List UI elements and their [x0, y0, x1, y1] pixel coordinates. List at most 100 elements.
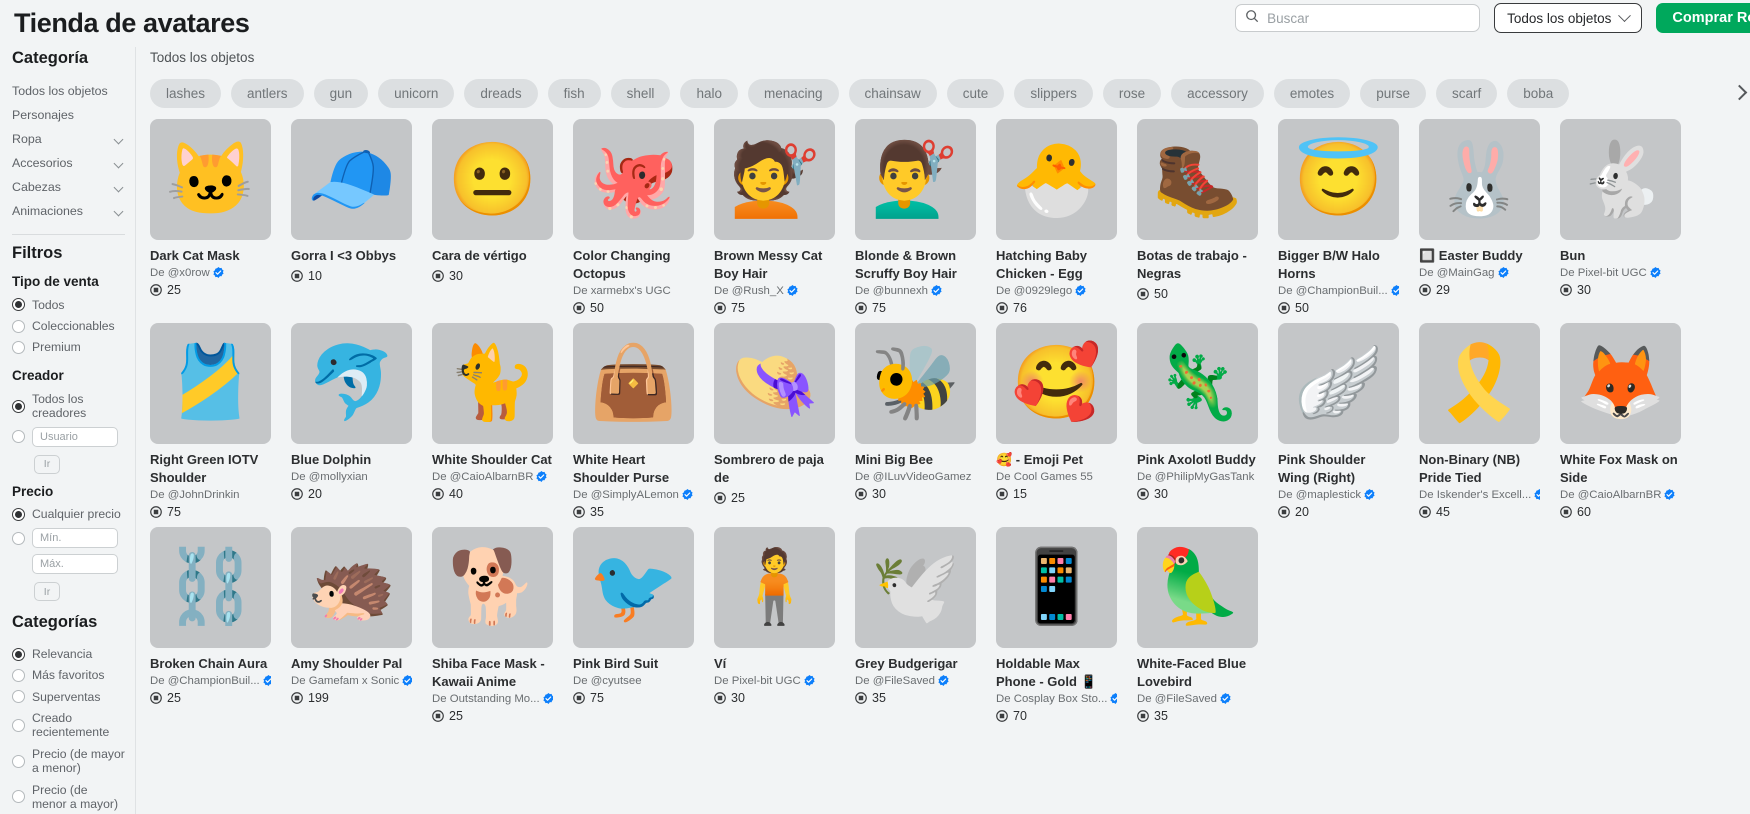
item-thumbnail[interactable]: 💇‍♂️: [855, 119, 976, 240]
tag-chip-shell[interactable]: shell: [610, 78, 671, 108]
item-card[interactable]: 🦜 White-Faced Blue Lovebird De @FileSaved 3…: [1137, 526, 1258, 723]
item-thumbnail[interactable]: 🐇: [1560, 119, 1681, 240]
tag-chip-halo[interactable]: halo: [680, 78, 738, 108]
tag-chip-fish[interactable]: fish: [547, 78, 601, 108]
item-thumbnail[interactable]: ⛓️: [150, 526, 271, 648]
item-card[interactable]: 👒 Sombrero de paja de 25: [714, 322, 835, 519]
item-card[interactable]: 👜 White Heart Shoulder Purse De @SimplyALe…: [573, 322, 694, 519]
tag-chip-accessory[interactable]: accessory: [1171, 78, 1264, 108]
creator-option-all[interactable]: Todos los creadores: [12, 388, 125, 424]
item-thumbnail[interactable]: 👒: [714, 322, 835, 444]
item-card[interactable]: 🧢 Gorra I <3 Obbys 10: [291, 119, 412, 315]
item-card[interactable]: 🐝 Mini Big Bee De @ILuvVideoGamez 30: [855, 322, 976, 519]
item-card[interactable]: 🦊 White Fox Mask on Side De @CaioAlbarnBR 6…: [1560, 322, 1681, 519]
item-thumbnail[interactable]: 🦊: [1560, 322, 1681, 444]
item-card[interactable]: 🐦 Pink Bird Suit De @cyutsee 75: [573, 526, 694, 723]
radio-icon[interactable]: [12, 531, 25, 545]
tag-chip-dreads[interactable]: dreads: [464, 78, 538, 108]
sort-option-mas-favoritos[interactable]: Más favoritos: [12, 665, 125, 686]
sidebar-item-accesorios[interactable]: Accesorios: [12, 151, 125, 175]
item-thumbnail[interactable]: 😇: [1278, 119, 1399, 240]
item-thumbnail[interactable]: 🐱: [150, 119, 271, 240]
search-box[interactable]: [1235, 4, 1481, 32]
sort-option-precio-mayor-menor[interactable]: Precio (de mayor a menor): [12, 743, 125, 779]
item-card[interactable]: 🧍 Ví De Pixel-bit UGC 30: [714, 526, 835, 723]
radio-icon[interactable]: [12, 430, 25, 444]
tag-chip-boba[interactable]: boba: [1507, 78, 1570, 108]
item-card[interactable]: 🐣 Hatching Baby Chicken - Egg De @0929lego…: [996, 119, 1117, 315]
item-card[interactable]: 🐱 Dark Cat Mask De @x0row 25: [150, 119, 271, 315]
sale-type-option-todos[interactable]: Todos: [12, 294, 125, 315]
tag-chip-lashes[interactable]: lashes: [150, 78, 222, 108]
item-thumbnail[interactable]: 🦜: [1137, 526, 1258, 648]
item-card[interactable]: 🐈 White Shoulder Cat De @CaioAlbarnBR 40: [432, 322, 553, 519]
item-thumbnail[interactable]: 🎗️: [1419, 322, 1540, 444]
search-input[interactable]: [1267, 10, 1471, 26]
tag-chip-cute[interactable]: cute: [946, 78, 1005, 108]
item-card[interactable]: 🥾 Botas de trabajo - Negras 50: [1137, 119, 1258, 315]
item-card[interactable]: 💇‍♂️ Blonde & Brown Scruffy Boy Hair De @b…: [855, 119, 976, 315]
item-thumbnail[interactable]: 🐦: [573, 526, 694, 648]
sidebar-item-todos-los-objetos[interactable]: Todos los objetos: [12, 79, 125, 103]
item-thumbnail[interactable]: 📱: [996, 526, 1117, 648]
sidebar-item-animaciones[interactable]: Animaciones: [12, 199, 125, 223]
tag-chip-chainsaw[interactable]: chainsaw: [848, 78, 937, 108]
item-card[interactable]: 🦔 Amy Shoulder Pal De Gamefam x Sonic 199: [291, 526, 412, 723]
sidebar-item-cabezas[interactable]: Cabezas: [12, 175, 125, 199]
tag-chip-unicorn[interactable]: unicorn: [378, 78, 455, 108]
item-card[interactable]: 💇 Brown Messy Cat Boy Hair De @Rush_X 75: [714, 119, 835, 315]
item-card[interactable]: 📱 Holdable Max Phone - Gold 📱 De Cosplay B…: [996, 526, 1117, 723]
item-thumbnail[interactable]: 🐝: [855, 322, 976, 444]
item-thumbnail[interactable]: 🐬: [291, 322, 412, 444]
tag-chip-emotes[interactable]: emotes: [1273, 78, 1351, 108]
item-card[interactable]: 🐇 Bun De Pixel-bit UGC 30: [1560, 119, 1681, 315]
item-thumbnail[interactable]: 🐈: [432, 322, 553, 444]
item-card[interactable]: 🦎 Pink Axolotl Buddy De @PhilipMyGasTank 30: [1137, 322, 1258, 519]
item-thumbnail[interactable]: 🧢: [291, 119, 412, 240]
item-card[interactable]: 😐 Cara de vértigo 30: [432, 119, 553, 315]
price-go-button[interactable]: Ir: [34, 582, 60, 602]
tag-chip-rose[interactable]: rose: [1102, 78, 1162, 108]
tag-chip-purse[interactable]: purse: [1360, 78, 1426, 108]
item-thumbnail[interactable]: 🐰: [1419, 119, 1540, 240]
item-thumbnail[interactable]: 👜: [573, 322, 694, 444]
item-card[interactable]: 🪽 Pink Shoulder Wing (Right) De @maplestic…: [1278, 322, 1399, 519]
sort-option-precio-menor-mayor[interactable]: Precio (de menor a mayor): [12, 779, 125, 814]
sale-type-option-coleccionables[interactable]: Coleccionables: [12, 315, 125, 336]
tag-chip-menacing[interactable]: menacing: [747, 78, 839, 108]
item-card[interactable]: 🎽 Right Green IOTV Shoulder De @JohnDrinki…: [150, 322, 271, 519]
sort-option-superventas[interactable]: Superventas: [12, 686, 125, 707]
item-thumbnail[interactable]: 🐙: [573, 119, 694, 240]
tag-chip-slippers[interactable]: slippers: [1014, 78, 1093, 108]
item-card[interactable]: 😇 Bigger B/W Halo Horns De @ChampionBuil..…: [1278, 119, 1399, 315]
item-thumbnail[interactable]: 🥾: [1137, 119, 1258, 240]
item-thumbnail[interactable]: 🦔: [291, 526, 412, 648]
tag-chip-antlers[interactable]: antlers: [231, 78, 304, 108]
item-card[interactable]: 🥰 🥰 - Emoji Pet De Cool Games 55 15: [996, 322, 1117, 519]
sidebar-item-personajes[interactable]: Personajes: [12, 103, 125, 127]
tag-chip-gun[interactable]: gun: [313, 78, 369, 108]
sort-option-relevancia[interactable]: Relevancia: [12, 643, 125, 664]
price-option-any[interactable]: Cualquier precio: [12, 504, 125, 525]
sidebar-item-ropa[interactable]: Ropa: [12, 127, 125, 151]
category-dropdown[interactable]: Todos los objetos: [1494, 3, 1643, 33]
item-thumbnail[interactable]: 🕊️: [855, 526, 976, 648]
creator-go-button[interactable]: Ir: [34, 454, 60, 474]
buy-robux-button[interactable]: Comprar Robux: [1656, 3, 1750, 33]
sale-type-option-premium[interactable]: Premium: [12, 337, 125, 358]
item-thumbnail[interactable]: 🧍: [714, 526, 835, 648]
item-thumbnail[interactable]: 🎽: [150, 322, 271, 444]
item-thumbnail[interactable]: 🐕: [432, 526, 553, 648]
item-card[interactable]: 🐬 Blue Dolphin De @mollyxian 20: [291, 322, 412, 519]
item-thumbnail[interactable]: 🪽: [1278, 322, 1399, 444]
sort-option-creado-recientemente[interactable]: Creado recientemente: [12, 708, 125, 744]
item-card[interactable]: 🐙 Color Changing Octopus De xarmebx's UGC 5…: [573, 119, 694, 315]
item-thumbnail[interactable]: 💇: [714, 119, 835, 240]
price-max-input[interactable]: [32, 554, 118, 575]
item-thumbnail[interactable]: 🐣: [996, 119, 1117, 240]
item-thumbnail[interactable]: 🦎: [1137, 322, 1258, 444]
item-card[interactable]: ⛓️ Broken Chain Aura De @ChampionBuil... 25: [150, 526, 271, 723]
tags-next-button[interactable]: [1716, 78, 1750, 107]
item-card[interactable]: 🕊️ Grey Budgerigar De @FileSaved 35: [855, 526, 976, 723]
price-min-input[interactable]: [32, 528, 118, 549]
